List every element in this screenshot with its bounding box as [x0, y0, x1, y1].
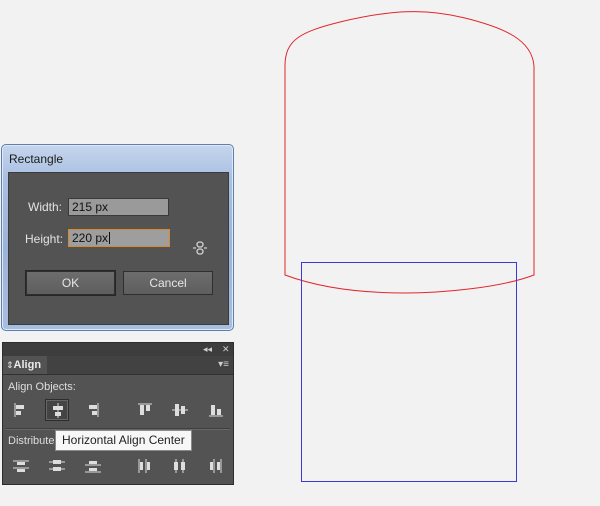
- rectangle-dialog: Rectangle Width: 215 px Height: 220 px O…: [1, 144, 234, 331]
- tab-align-label: Align: [13, 359, 42, 371]
- horizontal-align-left-button[interactable]: [9, 399, 33, 421]
- horizontal-align-center-button[interactable]: [45, 399, 69, 421]
- red-rounded-shape[interactable]: [284, 11, 535, 294]
- text-caret: [109, 232, 111, 244]
- dialog-body: Width: 215 px Height: 220 px OK Cancel: [8, 172, 229, 325]
- collapse-panel-icon[interactable]: ◂◂: [203, 343, 212, 355]
- width-field[interactable]: 215 px: [68, 198, 169, 216]
- vertical-align-center-button[interactable]: [168, 399, 192, 421]
- close-panel-icon[interactable]: ✕: [222, 343, 230, 355]
- horizontal-align-right-icon: [89, 403, 99, 417]
- horizontal-distribute-left-button[interactable]: [133, 455, 157, 477]
- align-panel: ◂◂ ✕ ⇕Align ▾≡ Align Objects: Distribute…: [2, 342, 234, 485]
- panel-tabbar: ⇕Align ▾≡: [3, 356, 233, 375]
- vertical-distribute-bottom-icon: [85, 461, 101, 473]
- vertical-align-top-button[interactable]: [133, 399, 157, 421]
- horizontal-align-left-icon: [14, 403, 24, 417]
- panel-menu-icon[interactable]: ▾≡: [218, 359, 229, 370]
- height-label: Height:: [25, 232, 64, 246]
- cancel-button[interactable]: Cancel: [123, 271, 213, 295]
- vertical-align-bottom-button[interactable]: [204, 399, 228, 421]
- width-label: Width:: [28, 200, 63, 214]
- tooltip: Horizontal Align Center: [55, 430, 192, 451]
- ok-button[interactable]: OK: [26, 271, 115, 295]
- horizontal-align-center-icon: [53, 403, 63, 418]
- vertical-align-top-icon: [138, 403, 152, 415]
- tab-align[interactable]: ⇕Align: [3, 356, 47, 374]
- vertical-distribute-center-icon: [49, 460, 65, 471]
- vertical-distribute-bottom-button[interactable]: [81, 455, 105, 477]
- horizontal-align-right-button[interactable]: [81, 399, 105, 421]
- vertical-distribute-top-button[interactable]: [9, 455, 33, 477]
- height-field[interactable]: 220 px: [68, 229, 170, 247]
- width-field-value: 215 px: [72, 200, 109, 214]
- horizontal-distribute-right-button[interactable]: [204, 455, 228, 477]
- align-objects-label: Align Objects:: [8, 381, 76, 393]
- height-field-value: 220 px: [72, 231, 109, 245]
- dialog-title: Rectangle: [9, 152, 64, 166]
- constrain-proportions-icon[interactable]: [193, 239, 207, 257]
- horizontal-distribute-center-button[interactable]: [168, 455, 192, 477]
- horizontal-distribute-left-icon: [138, 459, 150, 473]
- panel-header-strip: ◂◂ ✕: [3, 343, 233, 356]
- tab-toggle-icon: ⇕: [6, 360, 14, 370]
- vertical-distribute-top-icon: [13, 460, 29, 472]
- vertical-distribute-center-button[interactable]: [45, 455, 69, 477]
- vertical-align-center-icon: [172, 404, 188, 416]
- horizontal-distribute-center-icon: [174, 459, 185, 473]
- blue-rectangle[interactable]: [301, 262, 517, 482]
- horizontal-distribute-right-icon: [210, 459, 222, 473]
- vertical-align-bottom-icon: [209, 405, 223, 417]
